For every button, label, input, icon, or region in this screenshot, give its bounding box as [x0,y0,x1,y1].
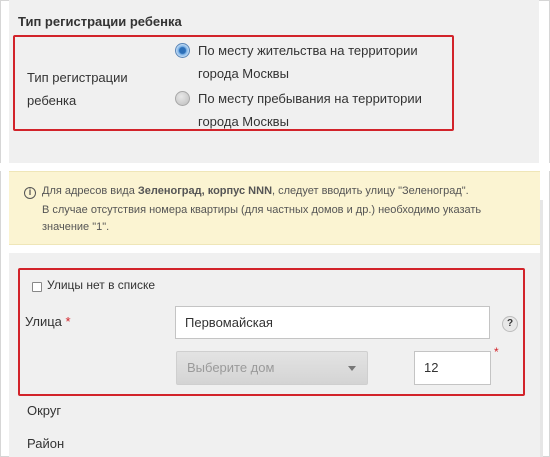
radio-option-stay-label[interactable]: По месту пребывания на территории города… [198,87,448,133]
radio-option-residence-label[interactable]: По месту жительства на территории города… [198,39,448,85]
radio-option-residence[interactable]: По месту жительства на территории города… [175,39,455,85]
required-asterisk-number: * [494,345,499,359]
radio-option-stay[interactable]: По месту пребывания на территории города… [175,87,455,133]
notice-line-3: значение "1". [42,221,110,233]
section-divider [0,163,550,171]
scrollbar-track[interactable] [540,200,543,457]
no-street-checkbox[interactable] [32,282,42,292]
house-select-placeholder: Выберите дом [187,360,275,375]
notice-line-1-suffix: , следует вводить улицу "Зеленоград". [272,185,469,197]
help-icon[interactable]: ? [502,316,518,332]
house-select[interactable]: Выберите дом [176,351,368,385]
address-notice: i Для адресов вида Зеленоград, корпус NN… [9,171,540,245]
chevron-down-icon [348,366,356,371]
registration-type-label: Тип регистрации ребенка [27,70,128,108]
notice-line-1-bold: Зеленоград, корпус NNN [137,185,273,197]
radio-unchecked-icon[interactable] [175,91,190,106]
registration-section-title: Тип регистрации ребенка [18,14,182,29]
notice-line-1-prefix: Для адресов вида [42,185,138,197]
required-asterisk: * [65,314,71,329]
radio-checked-icon[interactable] [175,43,190,58]
region-label: Район [27,436,65,451]
street-label: Улица * [25,314,71,329]
notice-line-1: Для адресов вида Зеленоград, корпус NNN,… [42,182,469,201]
street-input[interactable]: Первомайская [175,306,490,339]
street-label-text: Улица [25,314,62,329]
info-icon: i [24,187,36,199]
district-label: Округ [27,403,62,418]
house-number-input[interactable]: 12 [414,351,491,385]
no-street-checkbox-label[interactable]: Улицы нет в списке [47,278,155,292]
